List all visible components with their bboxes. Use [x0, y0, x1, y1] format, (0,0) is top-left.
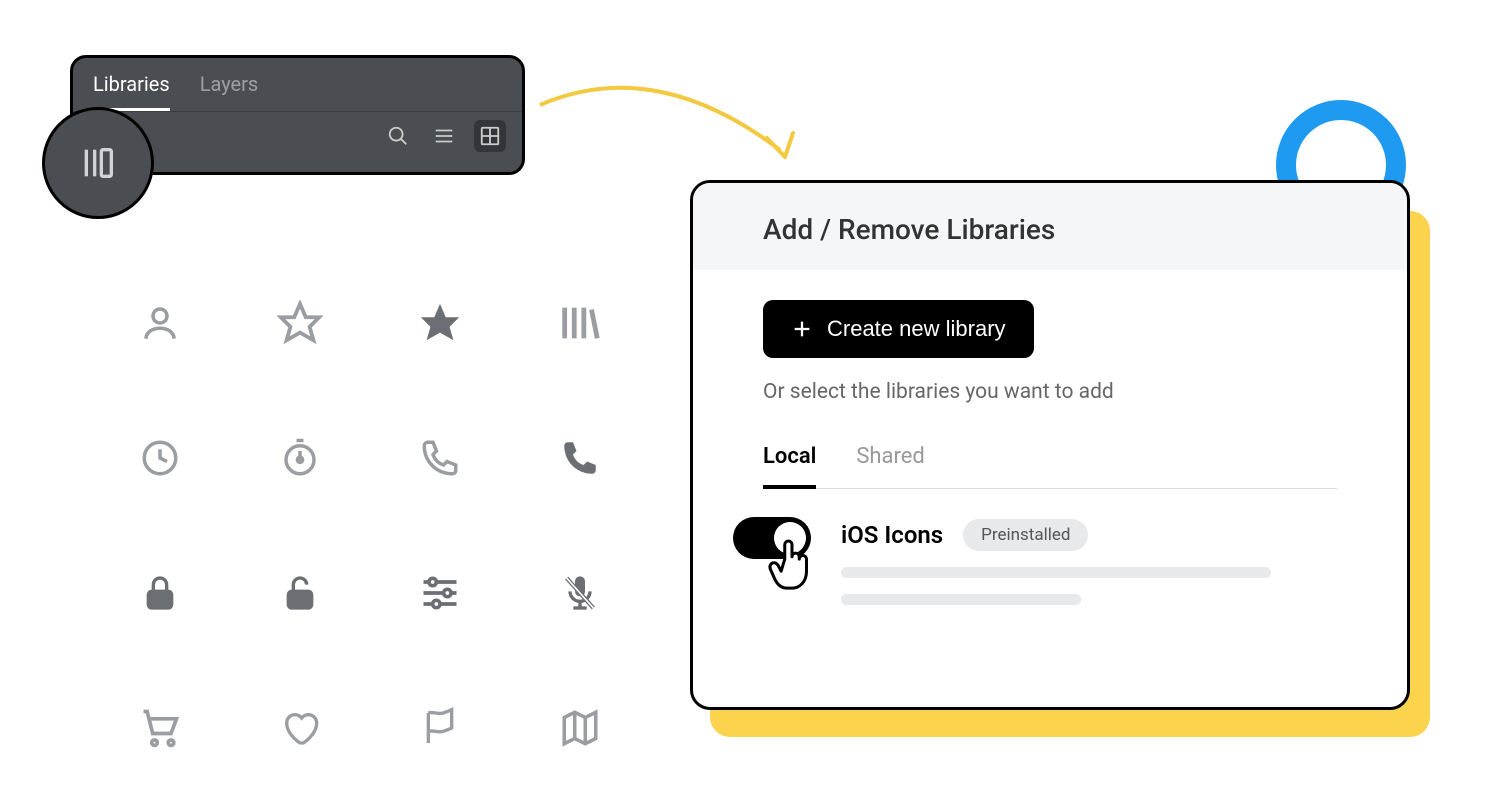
heart-icon[interactable] — [230, 660, 370, 795]
star-filled-icon[interactable] — [370, 255, 510, 390]
tab-local[interactable]: Local — [763, 444, 816, 489]
library-manager-icon — [78, 143, 118, 183]
skeleton-line — [841, 567, 1271, 578]
clock-icon[interactable] — [90, 390, 230, 525]
tab-libraries[interactable]: Libraries — [93, 72, 170, 111]
or-select-text: Or select the libraries you want to add — [763, 380, 1337, 404]
library-name: iOS Icons — [841, 521, 943, 549]
sliders-icon[interactable] — [370, 525, 510, 660]
phone-outline-icon[interactable] — [370, 390, 510, 525]
user-icon[interactable] — [90, 255, 230, 390]
create-library-button[interactable]: Create new library — [763, 300, 1034, 358]
lock-open-icon[interactable] — [230, 525, 370, 660]
create-library-label: Create new library — [827, 316, 1006, 342]
library-badge: Preinstalled — [963, 519, 1088, 551]
library-item: iOS Icons Preinstalled — [733, 517, 1337, 605]
library-toggle-wrap — [733, 517, 811, 559]
skeleton-line — [841, 594, 1081, 605]
library-name-row: iOS Icons Preinstalled — [841, 519, 1337, 551]
cursor-hand-icon — [767, 535, 817, 593]
map-icon[interactable] — [510, 660, 650, 795]
mic-muted-icon[interactable] — [510, 525, 650, 660]
panel-tabs: Libraries Layers — [73, 58, 522, 111]
star-outline-icon[interactable] — [230, 255, 370, 390]
library-source-tabs: Local Shared — [763, 444, 1337, 489]
lock-closed-icon[interactable] — [90, 525, 230, 660]
search-icon[interactable] — [382, 120, 414, 152]
dialog-title: Add / Remove Libraries — [763, 213, 1377, 246]
stopwatch-icon[interactable] — [230, 390, 370, 525]
arrow-annotation — [535, 65, 805, 175]
tab-layers[interactable]: Layers — [200, 72, 259, 111]
add-remove-libraries-dialog: Add / Remove Libraries Create new librar… — [690, 180, 1410, 710]
grid-view-icon[interactable] — [474, 120, 506, 152]
phone-filled-icon[interactable] — [510, 390, 650, 525]
library-books-icon[interactable] — [510, 255, 650, 390]
shopping-cart-icon[interactable] — [90, 660, 230, 795]
tab-shared[interactable]: Shared — [856, 444, 924, 488]
dialog-body: Create new library Or select the librari… — [693, 270, 1407, 605]
plus-icon — [791, 318, 813, 340]
list-view-icon[interactable] — [428, 120, 460, 152]
dialog-header: Add / Remove Libraries — [693, 183, 1407, 270]
library-manager-button[interactable] — [42, 107, 154, 219]
flag-icon[interactable] — [370, 660, 510, 795]
icon-grid — [90, 255, 650, 795]
library-info: iOS Icons Preinstalled — [841, 517, 1337, 605]
